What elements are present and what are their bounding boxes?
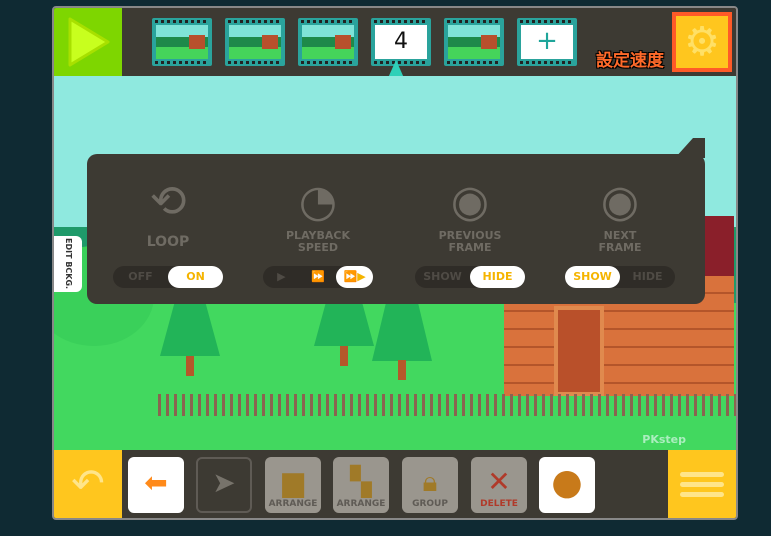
frame-3[interactable]	[298, 18, 358, 66]
settings-button[interactable]: ⚙	[672, 12, 732, 72]
speed-medium[interactable]: ⏩	[300, 266, 337, 288]
loop-icon: ⟲	[149, 176, 187, 227]
loop-option: ⟲ LOOP OFF ON	[103, 176, 233, 288]
playback-speed-option: ◔ PLAYBACK SPEED ▶ ⏩ ⏩▶	[253, 176, 383, 288]
add-frame-button[interactable]: +	[517, 18, 577, 66]
settings-panel: ⟲ LOOP OFF ON ◔ PLAYBACK SPEED ▶ ⏩ ⏩▶ ◉ PREV…	[87, 154, 705, 304]
menu-button[interactable]	[668, 450, 736, 518]
next-frame-option: ◉ NEXT FRAME SHOW HIDE	[555, 176, 685, 288]
arrange-icon: ▆	[282, 465, 304, 498]
arrange-icon: ▚	[350, 465, 372, 498]
previous-frame-toggle[interactable]: SHOW HIDE	[415, 266, 525, 288]
next-frame-toggle[interactable]: SHOW HIDE	[565, 266, 675, 288]
previous-frame-option: ◉ PREVIOUS FRAME SHOW HIDE	[405, 176, 535, 288]
palette-icon: ●	[551, 462, 583, 503]
frame-5[interactable]	[444, 18, 504, 66]
arrange-backward-button[interactable]: ▚ ARRANGE	[333, 457, 389, 513]
group-button[interactable]: 🔒︎ GROUP	[402, 457, 458, 513]
bottom-toolbar: ↶ ⬅ ➤ ▆ ARRANGE ▚ ARRANGE 🔒︎ GROUP ✕ DELETE …	[54, 450, 736, 518]
delete-x-icon: ✕	[487, 465, 511, 498]
frame-2[interactable]	[225, 18, 285, 66]
speed-fast[interactable]: ⏩▶	[336, 266, 374, 288]
top-bar: 4 + 設定速度 ⚙	[54, 8, 736, 78]
lock-icon: 🔒︎	[422, 465, 438, 498]
select-tool-button[interactable]: ➤	[196, 457, 252, 513]
undo-button[interactable]: ↶	[54, 450, 122, 518]
frame-strip: 4 +	[152, 18, 577, 66]
delete-button[interactable]: ✕ DELETE	[471, 457, 527, 513]
speed-toggle[interactable]: ▶ ⏩ ⏩▶	[263, 266, 374, 288]
speedometer-icon: ◔	[298, 176, 338, 227]
undo-icon: ↶	[71, 461, 105, 507]
edit-background-button[interactable]: EDIT BCKG.	[54, 236, 82, 292]
arrow-left-icon: ⬅	[144, 466, 168, 499]
gear-icon: ⚙	[684, 19, 720, 65]
arrange-forward-button[interactable]: ▆ ARRANGE	[265, 457, 321, 513]
palette-button[interactable]: ●	[539, 457, 595, 513]
watermark: PKstep	[642, 433, 686, 446]
back-button[interactable]: ⬅	[128, 457, 184, 513]
app-frame: 4 + 設定速度 ⚙ EDIT BCKG. PKstep ⟲ LOOP OFF O…	[52, 6, 738, 520]
fence	[158, 394, 736, 416]
eye-arrow-left-icon: ◉	[450, 176, 490, 227]
hamburger-icon	[680, 471, 724, 477]
play-button[interactable]	[54, 8, 122, 76]
annotation-label: 設定速度	[596, 51, 664, 71]
frame-1[interactable]	[152, 18, 212, 66]
frame-4-current[interactable]: 4	[371, 18, 431, 66]
loop-toggle[interactable]: OFF ON	[113, 266, 223, 288]
eye-arrow-right-icon: ◉	[600, 176, 640, 227]
play-icon	[68, 17, 110, 67]
cursor-icon: ➤	[212, 466, 236, 499]
speed-slow[interactable]: ▶	[263, 266, 300, 288]
canvas-scene[interactable]: EDIT BCKG. PKstep ⟲ LOOP OFF ON ◔ PLAYBAC…	[54, 76, 736, 454]
